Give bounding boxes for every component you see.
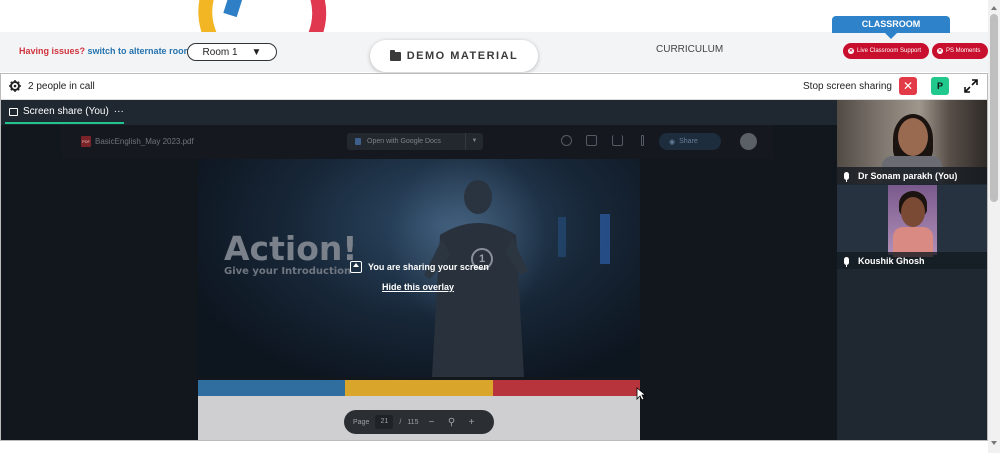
- participant-name: Koushik Ghosh: [858, 255, 925, 266]
- bottom-toolbar-edge: [0, 441, 988, 453]
- page-number-input[interactable]: 21: [375, 415, 394, 429]
- expand-icon[interactable]: [963, 78, 979, 94]
- issues-text: Having issues?: [19, 46, 86, 56]
- participant-tile[interactable]: Dr Sonam parakh (You): [837, 100, 987, 184]
- help-icon: ✕: [848, 48, 854, 54]
- page: Having issues? switch to alternate room …: [0, 0, 1000, 453]
- issues-notice: Having issues? switch to alternate room: [19, 46, 192, 56]
- strip-red: [492, 380, 640, 396]
- globe-icon: ◉: [669, 138, 676, 146]
- call-window: 2 people in call Stop screen sharing ✕ P…: [0, 73, 988, 441]
- account-avatar[interactable]: [740, 133, 757, 150]
- stop-screen-sharing-label: Stop screen sharing: [803, 81, 892, 92]
- zoom-out-button[interactable]: −: [424, 417, 438, 428]
- folder-icon: [389, 49, 401, 61]
- screen-share-tab[interactable]: Screen share (You) ···: [9, 106, 124, 117]
- demo-material-button[interactable]: DEMO MATERIAL: [370, 40, 538, 72]
- room-select[interactable]: Room 1 ▼: [187, 43, 277, 61]
- scroll-up-icon[interactable]: [991, 6, 997, 10]
- curriculum-tab[interactable]: CURRICULUM: [656, 44, 723, 55]
- open-with-label: Open with Google Docs: [367, 138, 441, 145]
- participant-face: [901, 197, 925, 227]
- zoom-in-button[interactable]: +: [464, 417, 478, 428]
- pdf-file-icon: PDF: [81, 136, 91, 147]
- add-to-drive-icon[interactable]: [561, 135, 572, 146]
- moments-icon: ✕: [937, 48, 943, 54]
- slide-subtitle: Give your Introduction: [224, 266, 352, 277]
- shared-screen: PDF BasicEnglish_May 2023.pdf Open with …: [1, 125, 837, 440]
- live-classroom-support-button[interactable]: ✕ Live Classroom Support: [843, 43, 929, 59]
- share-tab-bar: Screen share (You) ···: [1, 101, 837, 125]
- participant-name-bar: Koushik Ghosh: [837, 252, 987, 269]
- ps-moments-button[interactable]: ✕ PS Moments: [932, 43, 988, 59]
- zoom-search-icon[interactable]: ⚲: [444, 417, 458, 428]
- active-tab-indicator: [5, 122, 124, 124]
- scroll-down-icon[interactable]: [991, 441, 997, 445]
- call-header: 2 people in call Stop screen sharing ✕ P: [1, 74, 987, 100]
- mouse-cursor-icon: [636, 387, 646, 401]
- screen-share-icon: [9, 107, 18, 116]
- room-select-value: Room 1: [202, 46, 238, 58]
- share-label: Share: [679, 138, 698, 145]
- slide-color-strip: [198, 380, 640, 396]
- share-tab-label: Screen share (You): [23, 106, 109, 117]
- pdf-filename: BasicEnglish_May 2023.pdf: [95, 137, 194, 146]
- ps-moments-label: PS Moments: [946, 48, 981, 54]
- slide-light: [558, 217, 566, 257]
- hide-overlay-link[interactable]: Hide this overlay: [382, 282, 454, 292]
- alternate-room-link[interactable]: switch to alternate room: [88, 46, 192, 56]
- share-button[interactable]: ◉ Share: [659, 133, 721, 150]
- gear-icon[interactable]: [9, 80, 21, 92]
- live-support-label: Live Classroom Support: [857, 48, 922, 54]
- print-icon[interactable]: [586, 135, 597, 146]
- page-label: Page: [353, 418, 370, 426]
- microphone-icon: [844, 171, 849, 182]
- slide-title: Action!: [224, 229, 358, 268]
- strip-blue: [198, 380, 346, 396]
- strip-yellow: [345, 380, 493, 396]
- chevron-down-icon: ▼: [251, 46, 262, 58]
- speaker-silhouette: [424, 180, 528, 377]
- microphone-icon: [844, 256, 849, 267]
- total-pages: 115: [407, 418, 419, 426]
- demo-material-label: DEMO MATERIAL: [406, 50, 519, 62]
- open-with-google-docs-button[interactable]: Open with Google Docs ▼: [347, 133, 483, 150]
- sharing-message: You are sharing your screen: [368, 262, 489, 272]
- more-options-icon[interactable]: ···: [114, 106, 124, 117]
- download-icon[interactable]: [612, 135, 623, 146]
- slide-light: [600, 214, 610, 264]
- user-avatar[interactable]: P: [931, 77, 949, 95]
- participant-name: Dr Sonam parakh (You): [858, 170, 958, 181]
- participant-tile[interactable]: Koushik Ghosh: [837, 185, 987, 269]
- page-controls: Page 21 / 115 − ⚲ +: [344, 410, 494, 434]
- more-vert-icon[interactable]: [641, 135, 644, 146]
- scrollbar-thumb[interactable]: [990, 14, 998, 202]
- stop-sharing-button[interactable]: ✕: [899, 77, 917, 95]
- people-count: 2 people in call: [28, 81, 95, 92]
- classroom-tab[interactable]: CLASSROOM: [832, 16, 950, 39]
- page-scrollbar[interactable]: [988, 0, 1000, 453]
- participant-face: [898, 118, 928, 156]
- pdf-viewer-toolbar: PDF BasicEnglish_May 2023.pdf Open with …: [61, 125, 773, 159]
- chevron-down-icon[interactable]: ▼: [465, 133, 483, 150]
- screen-upload-icon: [350, 261, 362, 273]
- page-separator: /: [399, 418, 402, 426]
- top-header: Having issues? switch to alternate room …: [0, 0, 988, 74]
- participant-name-bar: Dr Sonam parakh (You): [837, 167, 987, 184]
- sharing-overlay-message: You are sharing your screen: [350, 261, 489, 273]
- google-docs-icon: [355, 138, 361, 145]
